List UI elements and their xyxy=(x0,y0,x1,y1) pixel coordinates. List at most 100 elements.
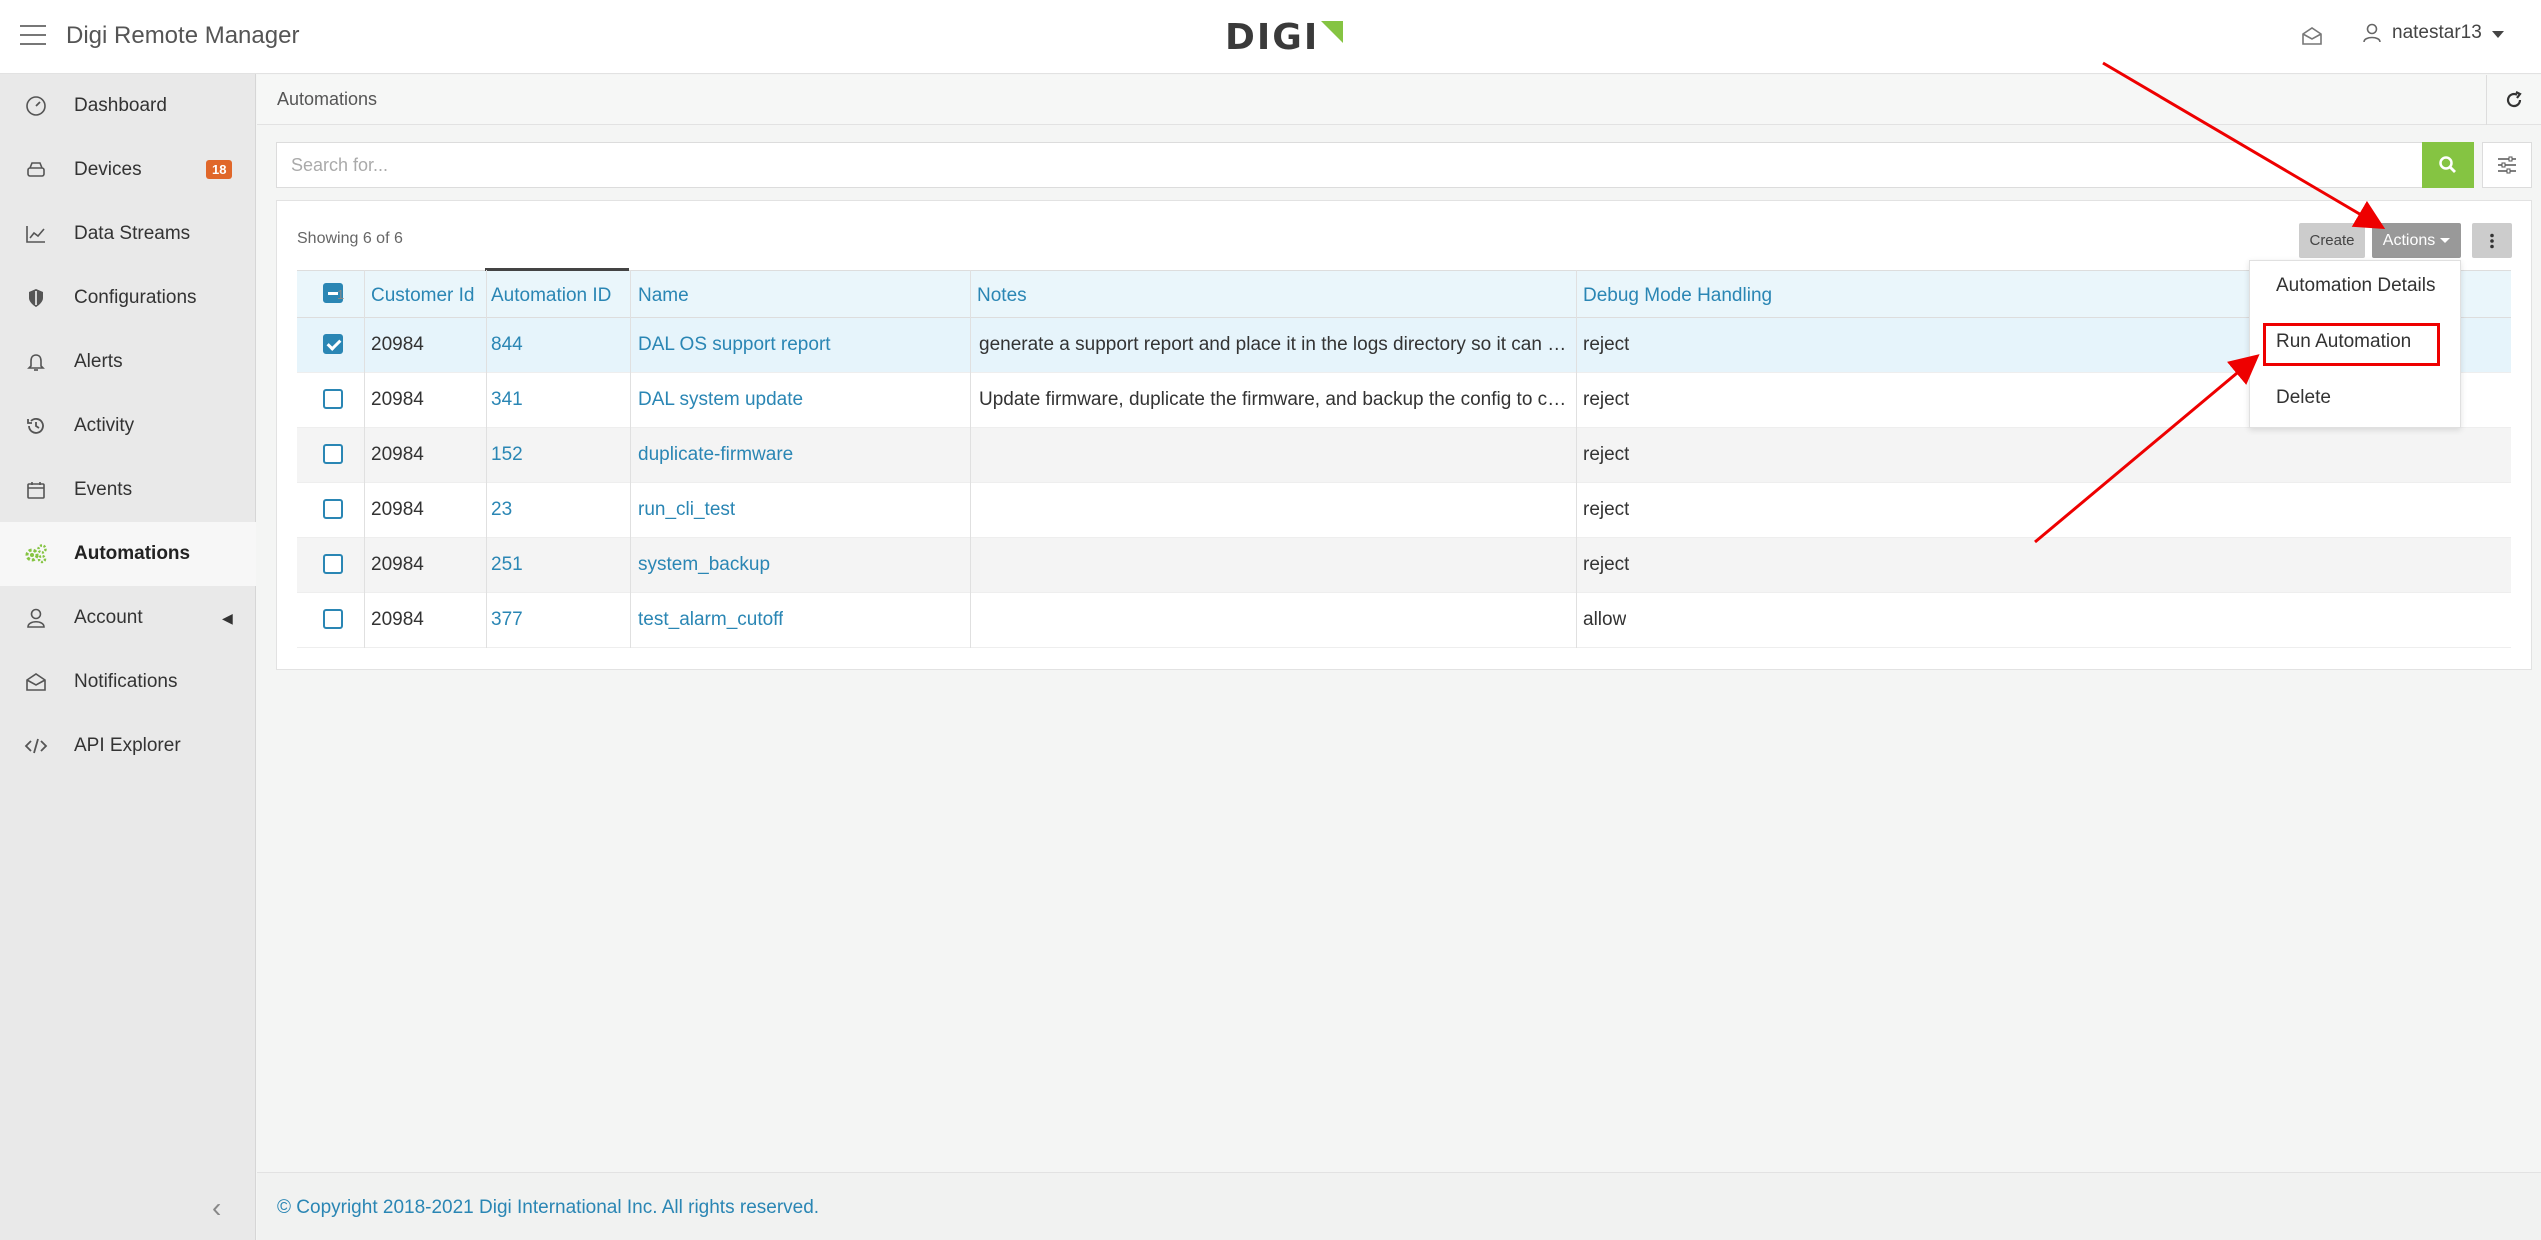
cell-debug-mode: reject xyxy=(1583,389,1630,410)
caret-down-icon xyxy=(2440,238,2451,243)
cell-name[interactable]: system_backup xyxy=(638,554,770,576)
hamburger-menu-icon[interactable] xyxy=(20,25,46,47)
device-icon xyxy=(24,158,48,182)
cell-name[interactable]: test_alarm_cutoff xyxy=(638,609,783,631)
cell-notes: Update firmware, duplicate the firmware,… xyxy=(979,389,1569,410)
gauge-icon xyxy=(24,94,48,118)
cell-name[interactable]: run_cli_test xyxy=(638,499,735,521)
sidebar-item-label: Automations xyxy=(74,543,191,564)
selected-count: 1 xyxy=(337,287,345,302)
breadcrumb: Automations xyxy=(277,89,378,109)
create-button[interactable]: Create xyxy=(2299,223,2365,258)
sidebar-item-alerts[interactable]: Alerts xyxy=(0,330,256,394)
column-header-debug-mode[interactable]: Debug Mode Handling xyxy=(1583,285,1772,307)
row-checkbox[interactable] xyxy=(323,389,343,409)
cell-debug-mode: reject xyxy=(1583,334,1630,355)
sidebar-item-label: Dashboard xyxy=(74,95,167,116)
cell-automation-id[interactable]: 341 xyxy=(491,389,523,411)
column-header-notes[interactable]: Notes xyxy=(977,285,1027,307)
search-button[interactable] xyxy=(2422,142,2474,188)
sort-indicator xyxy=(485,268,629,271)
cell-name[interactable]: DAL OS support report xyxy=(638,334,831,356)
digi-logo[interactable]: DIGI xyxy=(1225,16,1344,58)
logo-text: DIGI xyxy=(1225,16,1320,58)
cell-customer-id: 20984 xyxy=(371,334,424,355)
cell-automation-id[interactable]: 152 xyxy=(491,444,523,466)
logo-mark-icon xyxy=(1321,21,1344,43)
sidebar-item-devices[interactable]: Devices 18 xyxy=(0,138,256,202)
cell-name[interactable]: DAL system update xyxy=(638,389,803,411)
sidebar-item-label: Notifications xyxy=(74,671,178,692)
sidebar-item-label: Devices xyxy=(74,159,142,180)
actions-button-label: Actions xyxy=(2382,231,2436,249)
sidebar-item-configurations[interactable]: Configurations xyxy=(0,266,256,330)
cell-debug-mode: reject xyxy=(1583,444,1630,465)
envelope-open-icon[interactable] xyxy=(2300,24,2324,48)
devices-count-badge: 18 xyxy=(206,160,233,179)
sidebar-item-dashboard[interactable]: Dashboard xyxy=(0,74,256,138)
top-bar: Digi Remote Manager DIGI natestar13 xyxy=(0,0,2541,74)
user-menu[interactable]: natestar13 xyxy=(2362,22,2504,44)
menu-item-automation-details[interactable]: Automation Details xyxy=(2276,275,2435,297)
cell-automation-id[interactable]: 844 xyxy=(491,334,523,356)
sidebar-item-account[interactable]: Account ◀ xyxy=(0,586,256,650)
cell-customer-id: 20984 xyxy=(371,389,424,410)
search-box xyxy=(276,142,2468,188)
menu-item-delete[interactable]: Delete xyxy=(2276,387,2331,409)
caret-down-icon xyxy=(2491,31,2504,38)
user-icon xyxy=(2363,23,2381,43)
column-divider xyxy=(1576,270,1577,648)
cell-customer-id: 20984 xyxy=(371,444,424,465)
search-icon xyxy=(2439,156,2456,173)
sidebar-item-label: Configurations xyxy=(74,287,197,308)
column-header-name[interactable]: Name xyxy=(638,285,689,307)
sidebar-item-activity[interactable]: Activity xyxy=(0,394,256,458)
column-divider xyxy=(486,270,487,648)
row-checkbox[interactable] xyxy=(323,499,343,519)
footer: © Copyright 2018-2021 Digi International… xyxy=(257,1172,2541,1240)
column-header-customer-id[interactable]: Customer Id xyxy=(371,285,474,307)
calendar-icon xyxy=(24,478,48,502)
cell-automation-id[interactable]: 251 xyxy=(491,554,523,576)
row-checkbox[interactable] xyxy=(323,444,343,464)
sidebar-item-label: Activity xyxy=(74,415,135,436)
sidebar-item-notifications[interactable]: Notifications xyxy=(0,650,256,714)
actions-button[interactable]: Actions xyxy=(2372,223,2461,258)
row-checkbox[interactable] xyxy=(323,554,343,574)
refresh-button[interactable] xyxy=(2486,75,2541,125)
cell-automation-id[interactable]: 23 xyxy=(491,499,512,521)
more-options-button[interactable] xyxy=(2472,223,2512,258)
copyright-link[interactable]: © Copyright 2018-2021 Digi International… xyxy=(277,1197,819,1219)
app-title[interactable]: Digi Remote Manager xyxy=(66,22,299,50)
column-header-automation-id[interactable]: Automation ID xyxy=(491,285,611,307)
sidebar-item-label: Data Streams xyxy=(74,223,191,244)
column-divider xyxy=(364,270,365,648)
chevron-left-icon: ◀ xyxy=(222,610,233,626)
sidebar-item-automations[interactable]: Automations xyxy=(0,522,256,586)
search-input[interactable] xyxy=(277,143,2417,187)
row-checkbox[interactable] xyxy=(323,334,343,354)
sidebar: Dashboard Devices 18 Data Streams Config… xyxy=(0,74,256,1240)
cell-name[interactable]: duplicate-firmware xyxy=(638,444,793,466)
chart-line-icon xyxy=(24,222,48,246)
cell-customer-id: 20984 xyxy=(371,499,424,520)
sidebar-item-data-streams[interactable]: Data Streams xyxy=(0,202,256,266)
cell-customer-id: 20984 xyxy=(371,554,424,575)
sidebar-item-label: Account xyxy=(74,607,143,628)
sidebar-item-api-explorer[interactable]: API Explorer xyxy=(0,714,256,778)
code-icon xyxy=(24,734,48,758)
breadcrumb-bar: Automations xyxy=(257,75,2541,125)
collapse-sidebar-icon[interactable]: ‹ xyxy=(212,1192,221,1224)
refresh-icon xyxy=(2506,91,2522,108)
cell-automation-id[interactable]: 377 xyxy=(491,609,523,631)
envelope-icon xyxy=(24,670,48,694)
sidebar-item-label: Events xyxy=(74,479,133,500)
cell-debug-mode: allow xyxy=(1583,609,1627,630)
filter-settings-button[interactable] xyxy=(2482,142,2532,188)
user-icon xyxy=(24,606,48,630)
shield-icon xyxy=(24,286,48,310)
sidebar-item-events[interactable]: Events xyxy=(0,458,256,522)
sliders-icon xyxy=(2498,156,2516,174)
row-checkbox[interactable] xyxy=(323,609,343,629)
cell-customer-id: 20984 xyxy=(371,609,424,630)
